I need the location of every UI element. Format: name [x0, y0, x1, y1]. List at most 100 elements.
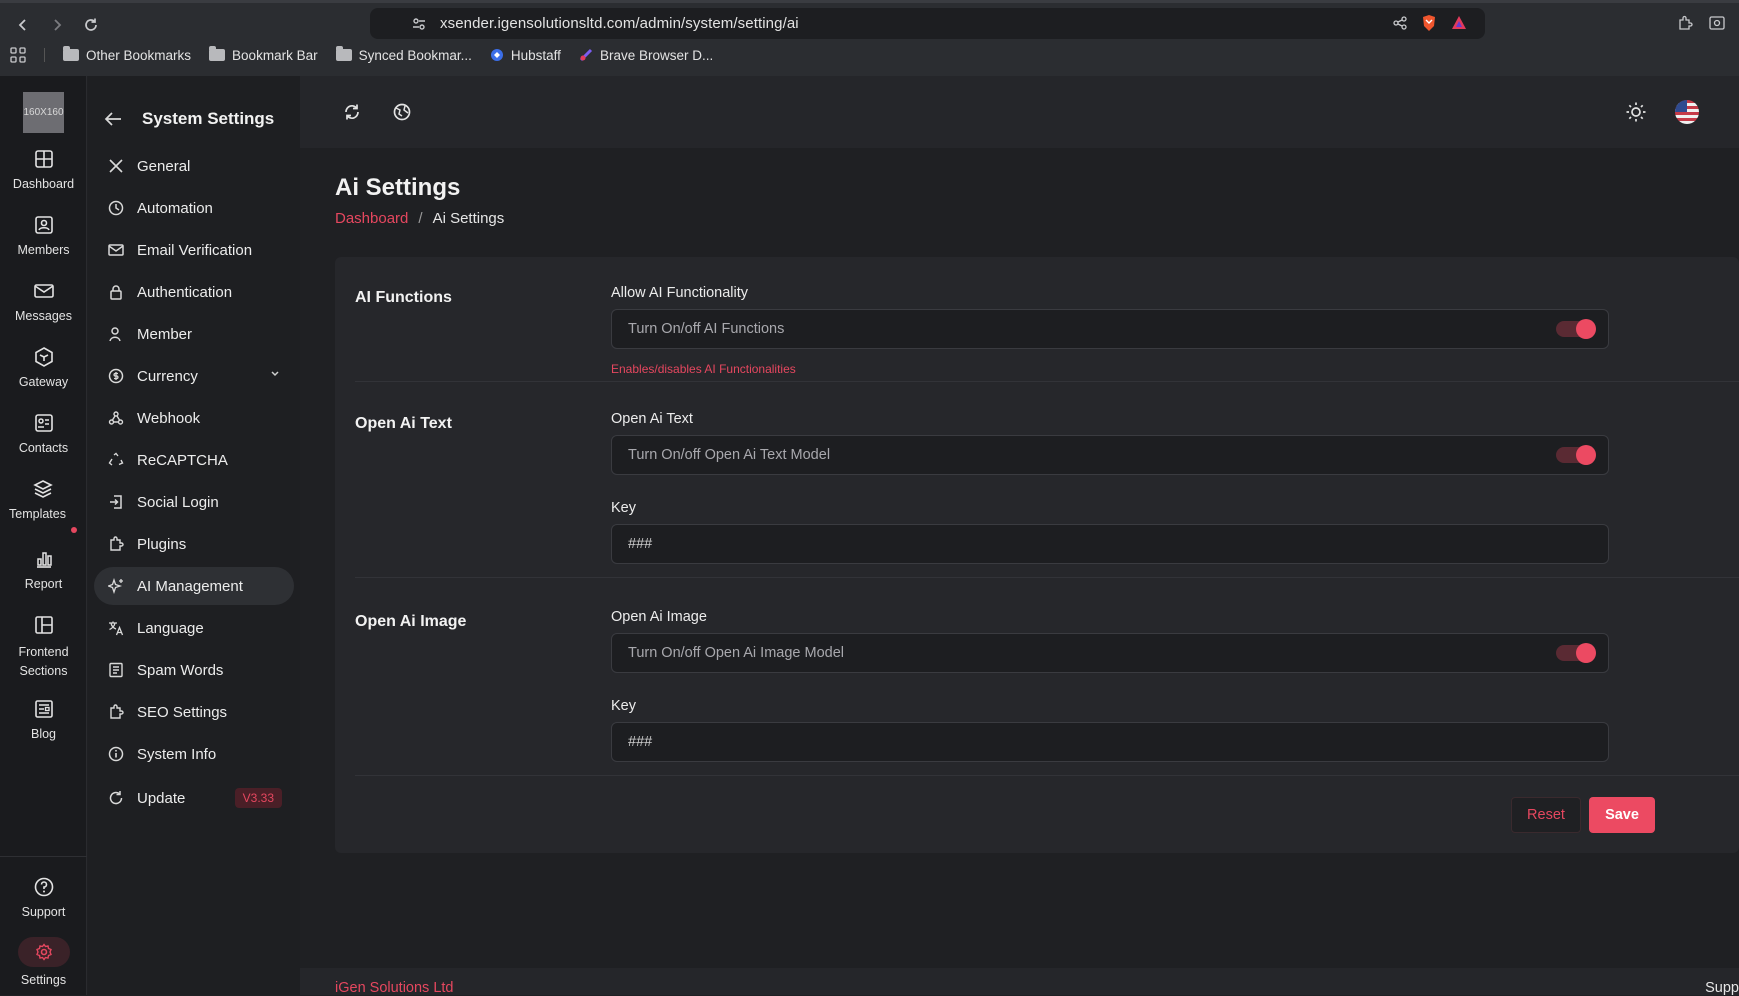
reload-icon[interactable] [78, 12, 104, 38]
breadcrumb-dashboard[interactable]: Dashboard [335, 210, 408, 227]
reset-button[interactable]: Reset [1511, 797, 1581, 833]
document-list-icon [108, 662, 124, 678]
folder-icon [63, 46, 79, 61]
back-icon[interactable] [10, 12, 36, 38]
gateway-icon [33, 346, 55, 368]
apps-grid-icon[interactable] [10, 47, 26, 63]
browser-chrome: xsender.igensolutionsltd.com/admin/syste… [0, 0, 1739, 76]
seo-icon [108, 704, 124, 720]
breadcrumb-separator: / [418, 210, 423, 227]
url-text[interactable]: xsender.igensolutionsltd.com/admin/syste… [440, 15, 799, 32]
breadcrumb: Dashboard / Ai Settings [335, 210, 504, 227]
address-bar[interactable]: xsender.igensolutionsltd.com/admin/syste… [370, 8, 1485, 39]
sidebar-item-update[interactable]: Update V3.33 [94, 779, 294, 817]
rail-item-gateway[interactable]: Gateway [0, 346, 87, 389]
save-button[interactable]: Save [1589, 797, 1655, 833]
section-ai-functions: AI Functions Allow AI Functionality Turn… [355, 257, 1739, 382]
folder-icon [335, 46, 352, 61]
mail-check-icon [108, 242, 124, 258]
top-bar [300, 76, 1739, 148]
dashboard-icon [33, 148, 55, 170]
key-label: Key [611, 500, 636, 516]
brave-rewards-icon[interactable] [1451, 15, 1467, 31]
sidebar-item-social-login[interactable]: Social Login [94, 483, 294, 521]
extensions-icon[interactable] [1677, 15, 1693, 31]
sidebar-item-automation[interactable]: Automation [94, 189, 294, 227]
rail-item-contacts[interactable]: Contacts [0, 412, 87, 455]
brave-shield-icon[interactable] [1421, 14, 1437, 32]
ai-functions-switch[interactable] [1556, 319, 1596, 339]
share-icon[interactable] [1393, 16, 1407, 30]
user-icon [108, 326, 124, 342]
globe-icon[interactable] [392, 102, 412, 122]
bookmark-other[interactable]: Other Bookmarks [63, 46, 191, 63]
chevron-down-icon[interactable] [270, 370, 280, 378]
rail-item-members[interactable]: Members [0, 214, 87, 257]
automation-icon [108, 200, 124, 216]
rail-item-templates[interactable]: Templates [0, 478, 81, 521]
field-label: Allow AI Functionality [611, 285, 749, 301]
bookmark-bar[interactable]: Bookmark Bar [209, 46, 318, 63]
refresh-cache-icon[interactable] [342, 102, 362, 122]
page-title: Ai Settings [335, 174, 461, 201]
translate-icon [108, 620, 124, 636]
sidebar-item-member[interactable]: Member [94, 315, 294, 353]
bookmark-synced[interactable]: Synced Bookmar... [335, 46, 472, 63]
site-settings-icon[interactable] [412, 17, 426, 31]
breadcrumb-current: Ai Settings [432, 210, 505, 227]
bookmark-brave[interactable]: Brave Browser D... [579, 48, 713, 63]
rail-item-blog[interactable]: Blog [0, 698, 87, 741]
sidebar-item-ai-management[interactable]: AI Management [94, 567, 294, 605]
ai-settings-card: AI Functions Allow AI Functionality Turn… [335, 257, 1739, 853]
back-arrow-icon[interactable] [104, 111, 122, 127]
rail-item-frontend-sections[interactable]: Frontend Sections [0, 614, 87, 681]
rail-item-report[interactable]: Report [0, 548, 87, 591]
language-flag-icon[interactable] [1675, 100, 1699, 124]
hubstaff-icon [490, 48, 504, 62]
open-ai-text-toggle-field[interactable]: Turn On/off Open Ai Text Model [611, 435, 1609, 475]
folder-icon [209, 46, 226, 61]
rail-item-support[interactable]: Support [0, 876, 87, 919]
tools-icon [108, 158, 124, 174]
messages-icon [33, 280, 55, 302]
forward-icon[interactable] [44, 12, 70, 38]
sidebar-item-webhook[interactable]: Webhook [94, 399, 294, 437]
sidebar-item-recaptcha[interactable]: ReCAPTCHA [94, 441, 294, 479]
main-content: Ai Settings Dashboard / Ai Settings AI F… [300, 148, 1739, 968]
open-ai-image-toggle-field[interactable]: Turn On/off Open Ai Image Model [611, 633, 1609, 673]
sidebar-item-email-verification[interactable]: Email Verification [94, 231, 294, 269]
logo[interactable]: 160X160 [23, 92, 64, 133]
rail-item-settings[interactable]: Settings [0, 937, 87, 987]
bookmark-hubstaff[interactable]: Hubstaff [490, 48, 561, 63]
sidebar-item-language[interactable]: Language [94, 609, 294, 647]
open-ai-text-switch[interactable] [1556, 445, 1596, 465]
sidebar-item-spam-words[interactable]: Spam Words [94, 651, 294, 689]
footer: iGen Solutions Ltd Supp [300, 968, 1739, 996]
frontend-icon [33, 614, 55, 636]
sidebar-item-system-info[interactable]: System Info [94, 735, 294, 773]
sidebar-item-plugins[interactable]: Plugins [94, 525, 294, 563]
currency-icon [108, 368, 124, 384]
ai-functions-toggle-field[interactable]: Turn On/off AI Functions [611, 309, 1609, 349]
open-ai-image-key-input[interactable] [611, 722, 1609, 762]
refresh-icon [108, 790, 124, 806]
field-label: Open Ai Image [611, 609, 707, 625]
icon-rail: 160X160 Dashboard Members Messages Gatew… [0, 76, 87, 995]
footer-company-link[interactable]: iGen Solutions Ltd [335, 980, 454, 996]
footer-support-link[interactable]: Supp [1705, 980, 1739, 996]
info-icon [108, 746, 124, 762]
login-icon [108, 494, 124, 510]
open-ai-text-key-input[interactable] [611, 524, 1609, 564]
theme-toggle-icon[interactable] [1625, 101, 1647, 123]
sidebar-title: System Settings [142, 109, 275, 128]
open-ai-image-switch[interactable] [1556, 643, 1596, 663]
sidebar-item-currency[interactable]: Currency [94, 357, 294, 395]
tab-search-icon[interactable] [1709, 15, 1725, 31]
rail-item-messages[interactable]: Messages [0, 280, 87, 323]
sidebar-item-general[interactable]: General [94, 147, 294, 185]
sidebar-item-seo-settings[interactable]: SEO Settings [94, 693, 294, 731]
rail-item-dashboard[interactable]: Dashboard [0, 148, 87, 191]
plugin-icon [108, 536, 124, 552]
section-title: Open Ai Text [355, 415, 452, 432]
sidebar-item-authentication[interactable]: Authentication [94, 273, 294, 311]
